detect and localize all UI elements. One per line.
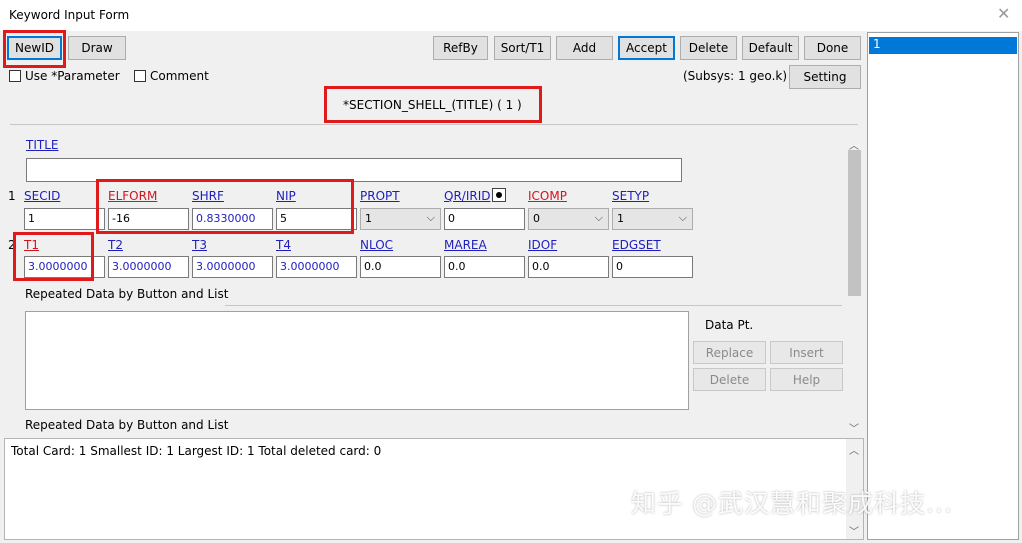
default-button[interactable]: Default	[742, 36, 799, 60]
annotation-box-t1	[13, 232, 94, 281]
id-list[interactable]: 1	[867, 32, 1019, 540]
scroll-thumb[interactable]	[848, 150, 861, 296]
scroll-down-icon[interactable]: ﹀	[849, 420, 859, 435]
help-button[interactable]: Help	[770, 368, 843, 391]
chevron-down-icon: ⌵	[594, 211, 603, 224]
close-icon[interactable]: ✕	[997, 4, 1010, 23]
qr-irid-label[interactable]: QR/IRID	[444, 189, 490, 203]
replace-button[interactable]: Replace	[693, 341, 766, 364]
qr-irid-picker-button[interactable]	[492, 188, 506, 202]
t2-label[interactable]: T2	[108, 238, 123, 252]
title-bar	[0, 0, 1022, 31]
radio-dot-icon	[496, 192, 502, 198]
panel-scrollbar[interactable]: ︿ ﹀	[846, 134, 863, 436]
data-pt-label: Data Pt.	[705, 318, 754, 332]
marea-input[interactable]: 0.0	[444, 256, 525, 278]
annotation-box-elform-nip	[96, 179, 354, 234]
nloc-input[interactable]: 0.0	[360, 256, 441, 278]
scroll-down-icon[interactable]: ﹀	[849, 523, 859, 538]
setyp-value: 1	[617, 212, 624, 225]
setyp-select[interactable]: 1 ⌵	[612, 208, 693, 230]
edgset-input[interactable]: 0	[612, 256, 693, 278]
use-parameter-label: Use *Parameter	[25, 69, 120, 83]
title-separator	[10, 124, 858, 125]
propt-label[interactable]: PROPT	[360, 189, 400, 203]
repeated-separator	[225, 305, 842, 306]
propt-value: 1	[365, 212, 372, 225]
insert-button[interactable]: Insert	[770, 341, 843, 364]
done-button[interactable]: Done	[804, 36, 861, 60]
annotation-box-keyword	[324, 86, 542, 123]
watermark-text: 知乎 @武汉慧和聚成科技...	[631, 489, 953, 518]
add-button[interactable]: Add	[556, 36, 613, 60]
t2-input[interactable]: 3.0000000	[108, 256, 189, 278]
window-title: Keyword Input Form	[9, 8, 130, 22]
setyp-label[interactable]: SETYP	[612, 189, 649, 203]
scroll-up-icon[interactable]: ︿	[849, 442, 859, 457]
title-field-label[interactable]: TITLE	[26, 138, 58, 152]
t3-input[interactable]: 3.0000000	[192, 256, 273, 278]
setting-button[interactable]: Setting	[789, 65, 861, 89]
delete-button[interactable]: Delete	[680, 36, 737, 60]
use-parameter-checkbox[interactable]	[9, 70, 21, 82]
idof-input[interactable]: 0.0	[528, 256, 609, 278]
comment-checkbox[interactable]	[134, 70, 146, 82]
icomp-label[interactable]: ICOMP	[528, 189, 567, 203]
comment-label: Comment	[150, 69, 209, 83]
chevron-down-icon: ⌵	[426, 211, 435, 224]
refby-button[interactable]: RefBy	[433, 36, 488, 60]
secid-input[interactable]: 1	[24, 208, 105, 230]
secid-label[interactable]: SECID	[24, 189, 60, 203]
repeated-data-label: Repeated Data by Button and List	[25, 418, 229, 432]
status-text: Total Card: 1 Smallest ID: 1 Largest ID:…	[11, 444, 382, 458]
marea-label[interactable]: MAREA	[444, 238, 487, 252]
t4-input[interactable]: 3.0000000	[276, 256, 357, 278]
draw-button[interactable]: Draw	[68, 36, 126, 60]
chevron-down-icon: ⌵	[678, 211, 687, 224]
keyword-input-window: Keyword Input Form ✕ NewID Draw RefBy So…	[0, 0, 1022, 543]
repeated-data-label: Repeated Data by Button and List	[25, 287, 229, 301]
accept-button[interactable]: Accept	[618, 36, 675, 60]
edgset-label[interactable]: EDGSET	[612, 238, 661, 252]
propt-select[interactable]: 1 ⌵	[360, 208, 441, 230]
annotation-box-newid	[3, 30, 66, 68]
subsys-text: (Subsys: 1 geo.k)	[683, 69, 788, 83]
id-list-item[interactable]: 1	[869, 37, 1017, 54]
card-row-number: 1	[8, 189, 16, 203]
repeated-data-list[interactable]	[25, 311, 689, 410]
icomp-value: 0	[533, 212, 540, 225]
qr-irid-input[interactable]: 0	[444, 208, 525, 230]
t3-label[interactable]: T3	[192, 238, 207, 252]
nloc-label[interactable]: NLOC	[360, 238, 393, 252]
data-delete-button[interactable]: Delete	[693, 368, 766, 391]
icomp-select[interactable]: 0 ⌵	[528, 208, 609, 230]
sort-t1-button[interactable]: Sort/T1	[494, 36, 551, 60]
t4-label[interactable]: T4	[276, 238, 291, 252]
idof-label[interactable]: IDOF	[528, 238, 557, 252]
